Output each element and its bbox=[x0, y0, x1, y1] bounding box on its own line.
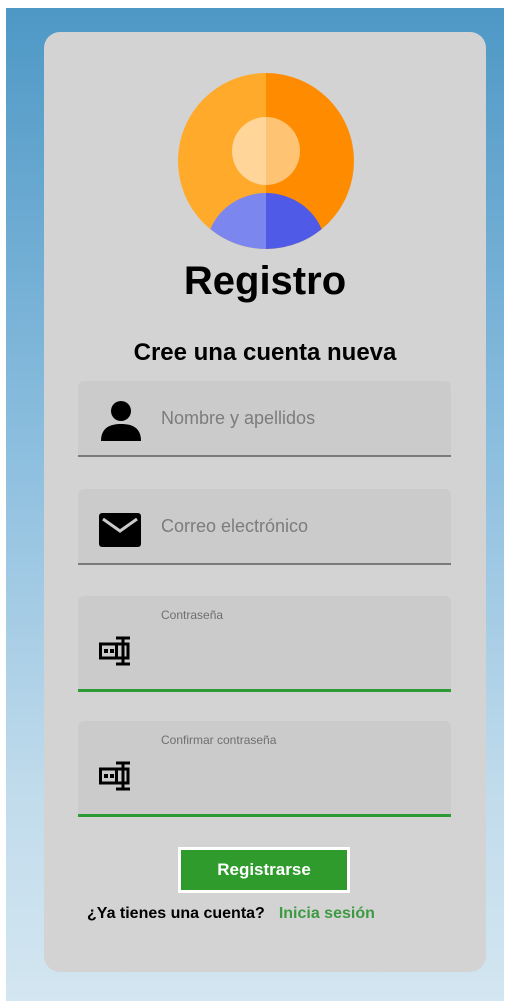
password-field[interactable]: Contraseña bbox=[78, 596, 451, 692]
login-prompt: ¿Ya tienes una cuenta? Inicia sesión bbox=[87, 905, 447, 923]
name-placeholder: Nombre y apellidos bbox=[161, 408, 316, 428]
person-icon bbox=[101, 401, 141, 441]
register-button[interactable]: Registrarse bbox=[178, 847, 350, 893]
login-link[interactable]: Inicia sesión bbox=[279, 905, 375, 922]
page-subtitle: Cree una cuenta nueva bbox=[133, 339, 397, 366]
password-label: Contraseña bbox=[161, 608, 224, 622]
login-question: ¿Ya tienes una cuenta? bbox=[87, 905, 265, 922]
register-card: Registro Cree una cuenta nueva Nombre y … bbox=[44, 32, 486, 972]
confirm-password-label: Confirmar contraseña bbox=[161, 733, 277, 747]
password-icon bbox=[99, 636, 130, 666]
envelope-icon bbox=[99, 513, 141, 547]
email-field[interactable]: Correo electrónico bbox=[78, 489, 451, 565]
email-placeholder: Correo electrónico bbox=[161, 516, 309, 536]
name-field[interactable]: Nombre y apellidos bbox=[78, 381, 451, 457]
page-title: Registro bbox=[183, 259, 347, 303]
user-avatar-icon bbox=[178, 73, 354, 249]
password-icon bbox=[99, 761, 130, 791]
confirm-password-field[interactable]: Confirmar contraseña bbox=[78, 721, 451, 817]
